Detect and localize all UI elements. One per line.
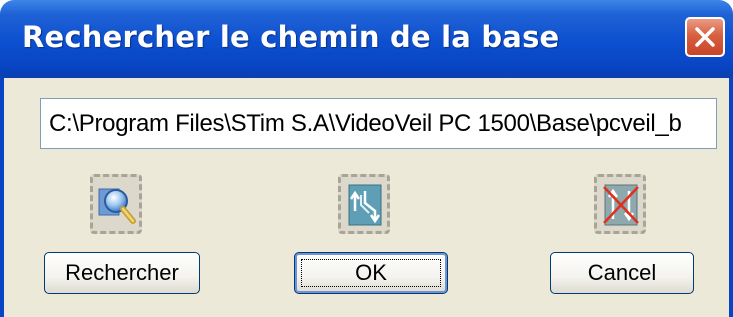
cancel-button[interactable]: Cancel [550, 252, 694, 294]
database-path-input[interactable] [41, 99, 716, 148]
crossed-out-arrows-icon [603, 184, 639, 226]
ok-focus-ring [301, 259, 441, 287]
up-down-arrows-icon [348, 184, 382, 226]
ok-icon-frame[interactable] [338, 174, 390, 234]
title-bar[interactable]: Rechercher le chemin de la base [0, 0, 733, 78]
close-button[interactable] [685, 17, 725, 57]
magnifier-search-icon [98, 188, 136, 224]
close-x-icon [695, 27, 715, 47]
cancel-icon-frame[interactable] [594, 174, 646, 234]
search-path-dialog: Rechercher le chemin de la base C:\Progr… [0, 0, 733, 317]
cancel-button-label: Cancel [587, 260, 657, 285]
search-button[interactable]: Rechercher [44, 252, 200, 294]
search-icon-frame[interactable] [90, 174, 142, 234]
dialog-title: Rechercher le chemin de la base [22, 20, 560, 54]
dialog-body: Rechercher OK Cancel [0, 78, 733, 317]
ok-button[interactable]: OK [294, 252, 448, 294]
search-button-label: Rechercher [65, 260, 179, 285]
database-path-field[interactable] [40, 98, 717, 149]
